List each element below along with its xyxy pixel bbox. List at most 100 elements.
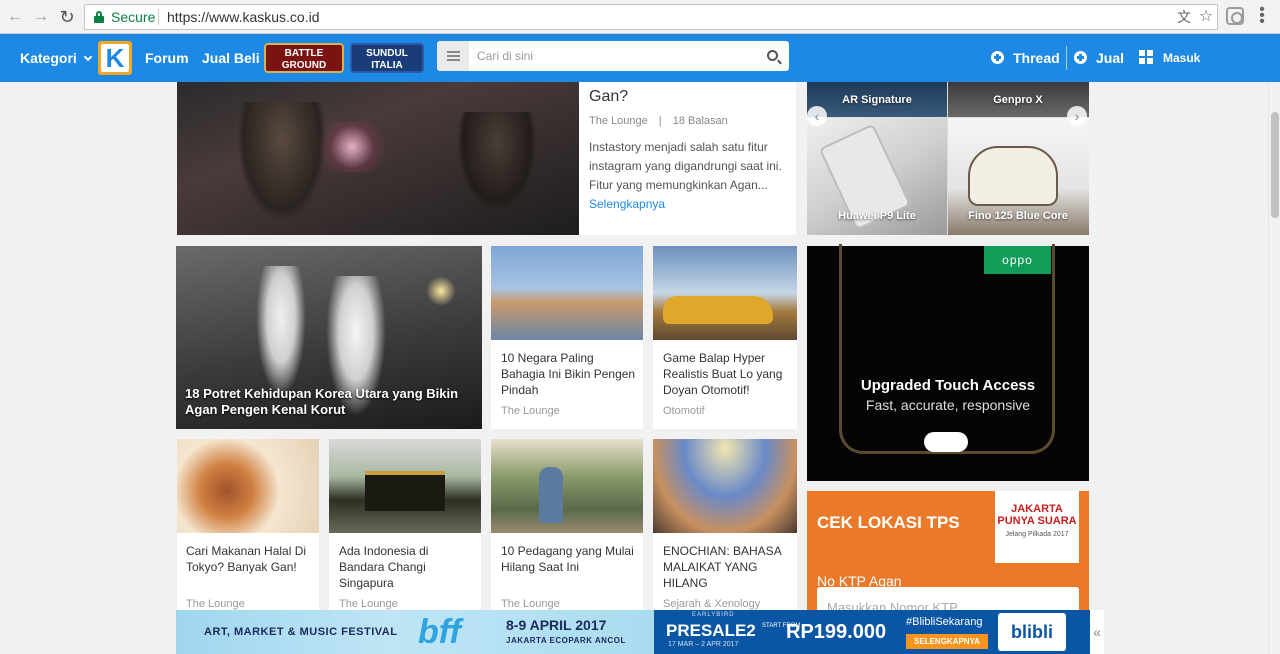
back-arrow-icon[interactable]: ← (5, 7, 25, 27)
blibli-hashtag: #BlibliSekarang (906, 616, 983, 628)
oppo-logo: oppo (984, 246, 1051, 274)
create-jual-button[interactable]: Jual (1074, 34, 1124, 82)
article-thumbnail (177, 439, 319, 533)
article-thumbnail (329, 439, 481, 533)
featured-excerpt: Instastory menjadi salah satu fitur inst… (589, 140, 782, 192)
kategori-label: Kategori (20, 50, 77, 66)
article-title[interactable]: Ada Indonesia di Bandara Changi Singapur… (339, 543, 474, 591)
browser-toolbar: ← → ↻ Secure https://www.kaskus.co.id 文 … (0, 0, 1280, 34)
article-category[interactable]: The Lounge (339, 598, 398, 610)
bff-logo: bff (418, 613, 461, 651)
article-title[interactable]: ENOCHIAN: BAHASA MALAIKAT YANG HILANG (663, 543, 791, 591)
featured-category[interactable]: The Lounge (589, 115, 648, 127)
featured-body: Gan? The Lounge | 18 Balasan Instastory … (579, 82, 796, 235)
festival-venue: JAKARTA ECOPARK ANCOL (506, 636, 626, 645)
festival-ad[interactable]: ART, MARKET & MUSIC FESTIVAL bff 8-9 APR… (176, 610, 654, 654)
translate-icon[interactable]: 文 (1175, 8, 1193, 26)
search-menu-icon[interactable] (437, 41, 469, 71)
big-card-title[interactable]: 18 Potret Kehidupan Korea Utara yang Bik… (185, 386, 465, 418)
masuk-label: Masuk (1163, 51, 1201, 65)
main-content: Gan? The Lounge | 18 Balasan Instastory … (0, 82, 1268, 654)
star-icon[interactable]: ☆ (1197, 8, 1215, 26)
product-tile[interactable]: Huawei P9 Lite (807, 118, 947, 235)
header-divider (1066, 46, 1067, 70)
jual-label: Jual (1096, 50, 1125, 66)
presale-label: PRESALE2 (666, 621, 756, 640)
article-category[interactable]: The Lounge (501, 598, 560, 610)
jual-beli-link[interactable]: Jual Beli (202, 34, 260, 82)
chevron-down-icon (83, 52, 93, 62)
forward-arrow-icon[interactable]: → (31, 7, 51, 27)
article-card[interactable]: Game Balap Hyper Realistis Buat Lo yang … (653, 246, 797, 429)
search-input[interactable] (477, 41, 757, 71)
festival-date: 8-9 APRIL 2017 (506, 617, 607, 633)
article-category[interactable]: Otomotif (663, 405, 705, 417)
presale-price: RP199.000 (786, 621, 887, 643)
masuk-button[interactable]: Masuk (1139, 34, 1200, 82)
article-thumbnail (653, 246, 797, 340)
product-name: Genpro X (993, 94, 1043, 106)
battle-ground-badge[interactable]: BATTLE GROUND (264, 43, 344, 73)
article-title[interactable]: Game Balap Hyper Realistis Buat Lo yang … (663, 350, 791, 398)
featured-image[interactable] (177, 82, 579, 235)
page-scrollbar[interactable] (1268, 82, 1280, 654)
address-divider (158, 9, 159, 25)
article-title[interactable]: Cari Makanan Halal Di Tokyo? Banyak Gan! (186, 543, 314, 575)
featured-meta: The Lounge | 18 Balasan (589, 115, 728, 127)
product-name: AR Signature (842, 94, 912, 106)
article-category[interactable]: The Lounge (501, 405, 560, 417)
article-title[interactable]: 10 Negara Paling Bahagia Ini Bikin Penge… (501, 350, 636, 398)
product-tile[interactable]: AR Signature (807, 82, 947, 117)
sundul-italia-badge[interactable]: SUNDUL ITALIA (350, 43, 424, 73)
product-tile[interactable]: Fino 125 Blue Core (948, 118, 1089, 235)
tps-title: CEK LOKASI TPS (817, 513, 960, 532)
search-icon[interactable] (767, 50, 778, 61)
article-thumbnail (491, 246, 643, 340)
oppo-ad[interactable]: oppo Upgraded Touch Access Fast, accurat… (807, 244, 1089, 481)
article-title[interactable]: 10 Pedagang yang Mulai Hilang Saat Ini (501, 543, 636, 575)
selengkapnya-button[interactable]: SELENGKAPNYA (906, 634, 988, 649)
thread-label: Thread (1013, 50, 1060, 66)
product-name: Huawei P9 Lite (838, 210, 916, 222)
article-category[interactable]: The Lounge (186, 598, 245, 610)
presale-dates: 17 MAR – 2 APR 2017 (668, 641, 739, 648)
read-more-link[interactable]: Selengkapnya (589, 197, 665, 211)
oppo-headline: Upgraded Touch Access (860, 377, 1036, 394)
article-category[interactable]: Sejarah & Xenology (663, 598, 760, 610)
site-header: Kategori K Forum Jual Beli BATTLE GROUND… (0, 34, 1280, 82)
big-article-card[interactable]: 18 Potret Kehidupan Korea Utara yang Bik… (176, 246, 482, 429)
kategori-menu[interactable]: Kategori (20, 34, 93, 82)
url-text[interactable]: https://www.kaskus.co.id (167, 5, 320, 29)
chevron-right-icon[interactable]: › (1067, 106, 1087, 126)
menu-dots-icon[interactable]: • • • (1259, 2, 1265, 30)
article-card[interactable]: 10 Negara Paling Bahagia Ini Bikin Penge… (491, 246, 643, 429)
featured-article[interactable]: Gan? The Lounge | 18 Balasan Instastory … (177, 82, 796, 235)
jakarta-punya-suara-logo: JAKARTA PUNYA SUARA Jelang Pilkada 2017 (995, 491, 1079, 563)
grid-icon (1139, 50, 1153, 64)
collapse-icon[interactable]: « (1090, 624, 1104, 640)
product-name: Fino 125 Blue Core (968, 210, 1068, 222)
bottom-banner-ad[interactable]: ART, MARKET & MUSIC FESTIVAL bff 8-9 APR… (176, 610, 1104, 654)
reload-icon[interactable]: ↻ (57, 7, 77, 27)
secure-label: Secure (111, 9, 156, 25)
festival-text: ART, MARKET & MUSIC FESTIVAL (204, 626, 398, 638)
extension-icon[interactable] (1226, 7, 1244, 25)
featured-title[interactable]: Gan? (589, 88, 628, 106)
article-thumbnail (653, 439, 797, 533)
plus-circle-icon (991, 51, 1004, 64)
featured-replies: 18 Balasan (672, 115, 728, 127)
search-bar (437, 41, 789, 71)
create-thread-button[interactable]: Thread (991, 34, 1060, 82)
product-grid: AR Signature Genpro X Huawei P9 Lite Fin… (807, 82, 1089, 235)
scrollbar-thumb[interactable] (1271, 112, 1279, 218)
kaskus-logo[interactable]: K (98, 41, 132, 75)
chevron-left-icon[interactable]: ‹ (807, 106, 827, 126)
lock-icon (94, 11, 104, 23)
plus-circle-icon (1074, 51, 1087, 64)
home-button-graphic (924, 432, 968, 452)
address-bar[interactable]: Secure https://www.kaskus.co.id 文 ☆ (84, 4, 1218, 30)
forum-link[interactable]: Forum (145, 34, 189, 82)
presale-ad[interactable]: EARLYBIRD PRESALE2 17 MAR – 2 APR 2017 S… (654, 610, 1090, 654)
blibli-logo: blibli (998, 613, 1066, 651)
oppo-subline: Fast, accurate, responsive (865, 397, 1031, 413)
